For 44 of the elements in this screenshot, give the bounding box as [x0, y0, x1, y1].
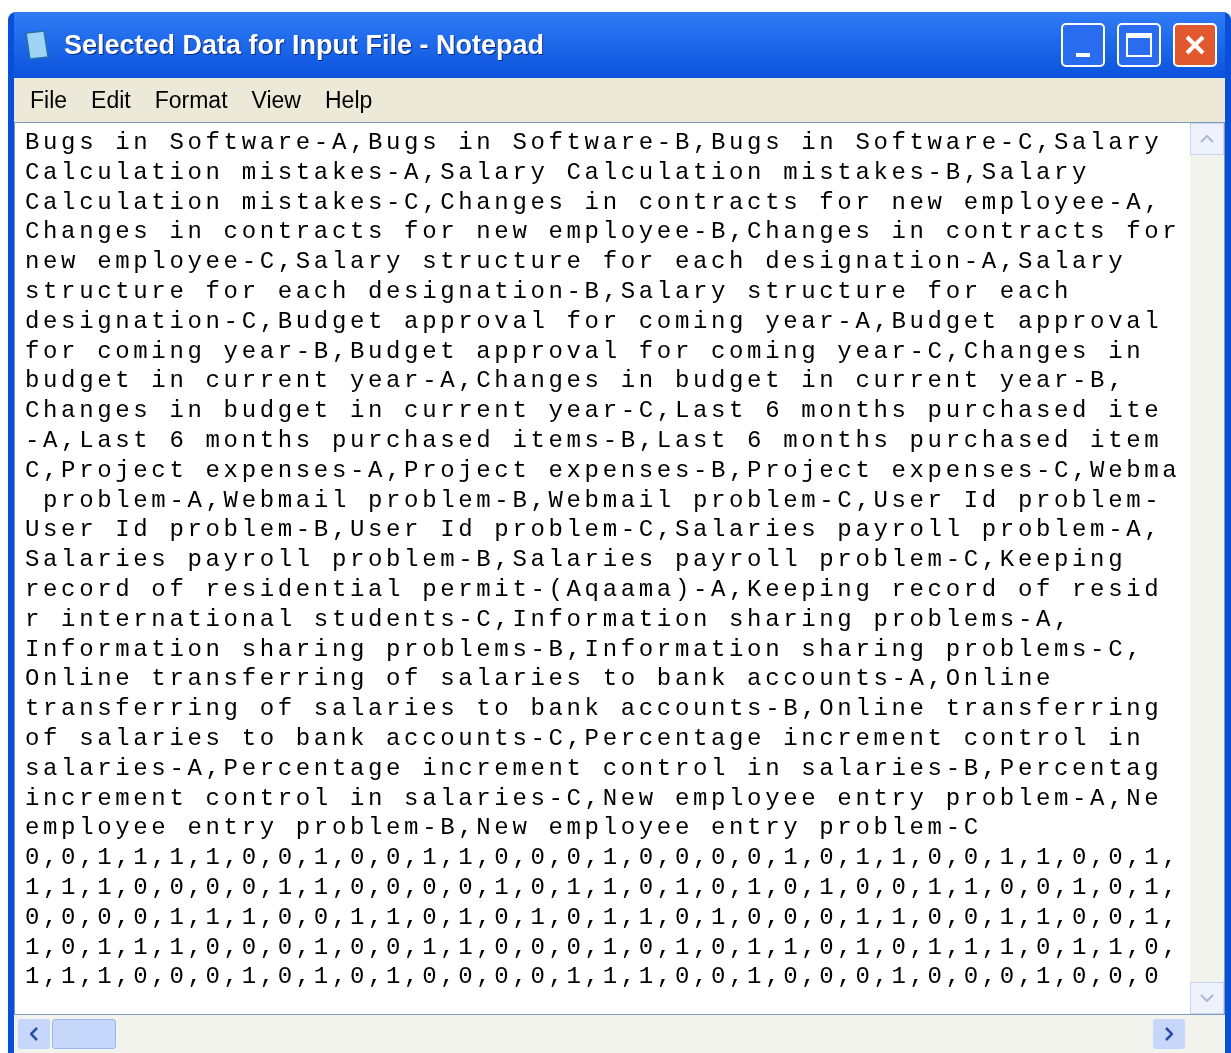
- text-line: increment control in salaries-C,New employee entry problem-A,Ne: [25, 783, 1164, 814]
- text-line: salaries-A,Percentage increment control in salaries-B,Percentag: [25, 753, 1164, 784]
- text-line: Changes in contracts for new employee-B,Changes in contracts for: [25, 217, 1182, 248]
- text-line: 1,0,1,1,1,0,0,0,1,0,0,1,1,0,0,0,1,0,1,0,1,1,0,1,0,1,1,1,0,1,1,0,: [25, 932, 1182, 963]
- menu-item[interactable]: Help: [325, 82, 373, 118]
- scroll-left-button[interactable]: [18, 1019, 50, 1049]
- text-line: designation-C,Budget approval for coming year-A,Budget approval: [25, 306, 1164, 337]
- text-line: 1,1,1,0,0,0,1,0,1,0,1,0,0,0,0,1,1,1,0,0,1,0,0,0,1,0,0,0,1,0,0,0: [25, 962, 1164, 993]
- text-line: r international students-C,Information sharing problems-A,: [25, 604, 1074, 635]
- maximize-button[interactable]: [1117, 23, 1161, 67]
- text-line: Calculation mistakes-C,Changes in contracts for new employee-A,: [25, 187, 1164, 218]
- text-line: budget in current year-A,Changes in budget in current year-B,: [25, 366, 1128, 397]
- menu-item[interactable]: View: [251, 82, 301, 118]
- text-line: employee entry problem-B,New employee entry problem-C: [25, 813, 983, 844]
- text-line: of salaries to bank accounts-C,Percentage increment control in: [25, 723, 1146, 754]
- scroll-thumb[interactable]: [52, 1019, 116, 1049]
- close-icon: [1184, 34, 1206, 56]
- text-line: User Id problem-B,User Id problem-C,Salaries payroll problem-A,: [25, 515, 1164, 546]
- horizontal-scrollbar[interactable]: [14, 1015, 1225, 1053]
- text-line: Calculation mistakes-A,Salary Calculation mistakes-B,Salary: [25, 157, 1092, 188]
- text-line: Salaries payroll problem-B,Salaries payroll problem-C,Keeping: [25, 545, 1128, 575]
- notepad-icon: [22, 29, 52, 61]
- text-line: structure for each designation-B,Salary structure for each: [25, 277, 1074, 307]
- text-line: 1,1,1,0,0,0,0,1,1,0,0,0,0,1,0,1,1,0,1,0,1,0,1,0,0,1,1,0,0,1,0,1,: [25, 872, 1182, 903]
- text-line: Bugs in Software-A,Bugs in Software-B,Bugs in Software-C,Salary: [25, 128, 1164, 158]
- text-line: record of residential permit-(Aqaama)-A,Keeping record of resid: [25, 574, 1164, 605]
- text-line: problem-A,Webmail problem-B,Webmail problem-C,User Id problem-: [42, 485, 1164, 516]
- text-line: new employee-C,Salary structure for each designation-A,Salary: [25, 247, 1128, 277]
- menu-item[interactable]: File: [30, 82, 68, 118]
- text-line: Changes in budget in current year-C,Last 6 months purchased ite: [25, 396, 1164, 426]
- close-button[interactable]: [1173, 23, 1217, 67]
- text-line: Online transferring of salaries to bank accounts-A,Online: [25, 664, 1055, 695]
- text-line: -A,Last 6 months purchased items-B,Last 6 months purchased item: [25, 425, 1164, 456]
- text-line: for coming year-B,Budget approval for coming year-C,Changes in: [25, 336, 1146, 367]
- text-line: 0,0,1,1,1,1,0,0,1,0,0,1,1,0,0,0,1,0,0,0,0,1,0,1,1,0,0,1,1,0,0,1,: [25, 843, 1182, 873]
- minimize-button[interactable]: [1061, 23, 1105, 67]
- text-line: 0,0,0,0,1,1,1,0,0,1,1,0,1,0,1,0,1,1,0,1,0,0,0,1,1,0,0,1,1,0,0,1,: [25, 902, 1182, 933]
- text-line: C,Project expenses-A,Project expenses-B,Project expenses-C,Webma: [25, 455, 1182, 486]
- menu-item[interactable]: Edit: [91, 82, 131, 118]
- window-title: Selected Data for Input File - Notepad: [64, 28, 546, 62]
- text-line: transferring of salaries to bank accounts-B,Online transferring: [25, 694, 1164, 724]
- text-line: Information sharing problems-B,Information sharing problems-C,: [25, 634, 1146, 665]
- scroll-right-button[interactable]: [1153, 1019, 1185, 1049]
- menu-item[interactable]: Format: [154, 82, 228, 118]
